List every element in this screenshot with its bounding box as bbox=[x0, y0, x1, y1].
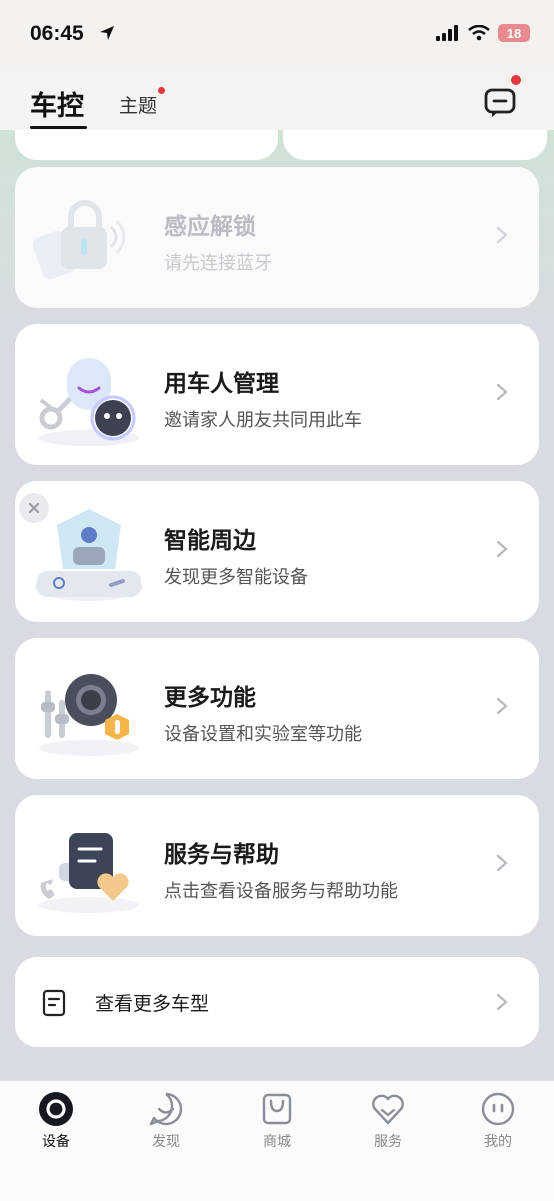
card-title: 智能周边 bbox=[164, 528, 256, 554]
view-more-models-label: 查看更多车型 bbox=[95, 993, 210, 1015]
active-tab-indicator bbox=[30, 126, 87, 129]
nav-label: 发现 bbox=[152, 1134, 180, 1150]
message-icon[interactable] bbox=[482, 84, 518, 120]
card-subtitle: 邀请家人朋友共同用此车 bbox=[164, 410, 362, 431]
location-arrow-icon bbox=[100, 26, 114, 40]
chevron-right-icon bbox=[496, 226, 508, 244]
close-icon bbox=[28, 502, 40, 514]
theme-notification-dot bbox=[158, 87, 165, 94]
peek-card-right[interactable] bbox=[283, 130, 547, 160]
nav-label: 设备 bbox=[42, 1134, 70, 1150]
nav-label: 我的 bbox=[484, 1134, 512, 1150]
bottom-navigation: 设备 发现 商城 服务 我的 bbox=[0, 1080, 554, 1201]
peek-card-left[interactable] bbox=[15, 130, 278, 160]
card-more-functions[interactable]: 更多功能 设备设置和实验室等功能 bbox=[15, 638, 539, 779]
card-smart-accessories[interactable]: 智能周边 发现更多智能设备 bbox=[15, 481, 539, 622]
nav-label: 服务 bbox=[374, 1134, 402, 1150]
message-notification-dot bbox=[511, 75, 521, 85]
view-more-models-row[interactable]: 查看更多车型 bbox=[15, 957, 539, 1047]
status-time: 06:45 bbox=[30, 22, 84, 45]
battery-indicator: 18 bbox=[498, 24, 530, 42]
shop-icon bbox=[262, 1093, 292, 1125]
lock-icon bbox=[32, 200, 126, 280]
dismiss-card-button[interactable] bbox=[19, 493, 49, 523]
chevron-right-icon bbox=[496, 383, 508, 401]
nav-profile[interactable]: 我的 bbox=[458, 1091, 538, 1151]
top-header: 车控 主题 bbox=[0, 70, 554, 130]
device-icon bbox=[39, 1092, 73, 1126]
key-robot-icon bbox=[39, 358, 139, 446]
card-subtitle: 请先连接蓝牙 bbox=[164, 253, 272, 274]
tab-theme[interactable]: 主题 bbox=[119, 91, 157, 118]
card-proximity-unlock[interactable]: 感应解锁 请先连接蓝牙 bbox=[15, 167, 539, 308]
tab-car-control[interactable]: 车控 bbox=[30, 84, 84, 123]
card-driver-management[interactable]: 用车人管理 邀请家人朋友共同用此车 bbox=[15, 324, 539, 465]
wifi-icon bbox=[468, 25, 490, 41]
chevron-right-icon bbox=[496, 540, 508, 558]
profile-icon bbox=[481, 1092, 515, 1126]
chevron-right-icon bbox=[496, 993, 508, 1011]
card-title: 更多功能 bbox=[164, 685, 256, 711]
service-icon bbox=[372, 1094, 404, 1125]
nav-shop[interactable]: 商城 bbox=[237, 1091, 317, 1151]
nav-label: 商城 bbox=[263, 1134, 291, 1150]
chevron-right-icon bbox=[496, 697, 508, 715]
settings-knob-icon bbox=[39, 674, 139, 756]
card-title: 感应解锁 bbox=[164, 214, 256, 240]
nav-discover[interactable]: 发现 bbox=[126, 1091, 206, 1151]
chevron-right-icon bbox=[496, 854, 508, 872]
cellular-signal-icon bbox=[436, 25, 458, 41]
discover-icon bbox=[149, 1092, 183, 1126]
card-subtitle: 发现更多智能设备 bbox=[164, 567, 308, 588]
nav-service[interactable]: 服务 bbox=[348, 1091, 428, 1151]
status-bar: 06:45 18 bbox=[0, 0, 554, 70]
card-subtitle: 点击查看设备服务与帮助功能 bbox=[164, 881, 398, 902]
battery-level: 18 bbox=[506, 25, 522, 41]
card-service-help[interactable]: 服务与帮助 点击查看设备服务与帮助功能 bbox=[15, 795, 539, 936]
card-title: 服务与帮助 bbox=[164, 842, 279, 868]
nav-device[interactable]: 设备 bbox=[16, 1091, 96, 1151]
card-subtitle: 设备设置和实验室等功能 bbox=[164, 724, 362, 745]
help-document-icon bbox=[39, 833, 139, 913]
document-icon bbox=[42, 989, 66, 1017]
card-title: 用车人管理 bbox=[164, 371, 279, 397]
main-content: 感应解锁 请先连接蓝牙 用车人管理 邀请家人朋友共同用此车 智能周边 发现更多智… bbox=[0, 130, 554, 1080]
